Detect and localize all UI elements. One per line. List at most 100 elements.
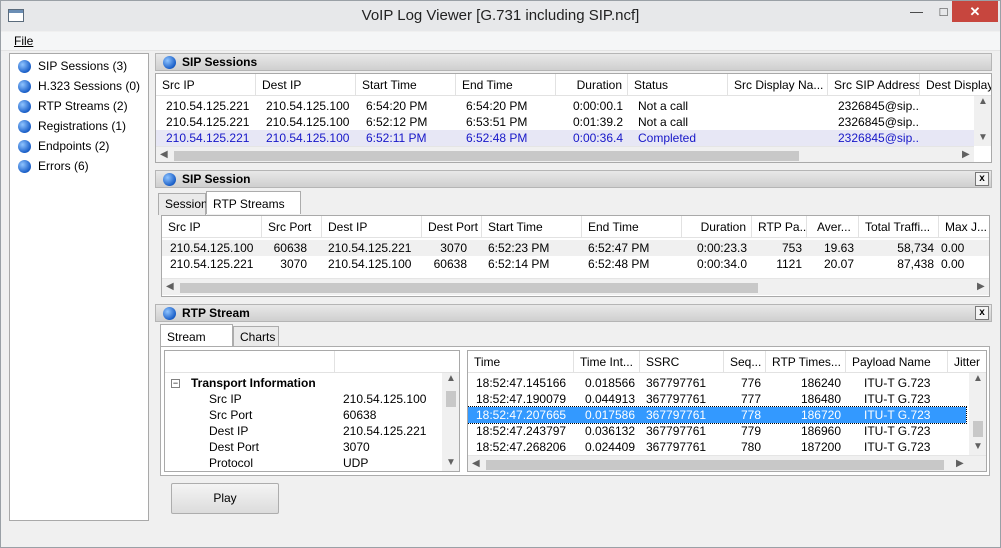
cell: ITU-T G.723 [864, 392, 931, 406]
close-panel-button[interactable]: x [975, 172, 989, 186]
blue-ball-icon [18, 120, 31, 133]
column-header[interactable]: Duration [556, 74, 628, 96]
cell: 186240 [800, 376, 841, 390]
vertical-scrollbar[interactable]: ▲ ▼ [442, 373, 459, 471]
horizontal-scrollbar[interactable]: ◀ ▶ [468, 455, 986, 471]
scroll-down-icon[interactable]: ▼ [973, 439, 983, 455]
scroll-right-icon[interactable]: ▶ [962, 147, 970, 162]
scroll-thumb[interactable] [180, 283, 758, 293]
property-value-column [335, 351, 443, 373]
scroll-down-icon[interactable]: ▼ [978, 130, 988, 146]
scroll-thumb[interactable] [446, 391, 456, 407]
cell: 3070 [440, 241, 467, 255]
table-row-selected[interactable]: 210.54.125.221 210.54.125.100 6:52:11 PM… [156, 130, 991, 146]
column-header[interactable]: Aver... [807, 216, 859, 238]
horizontal-scrollbar[interactable]: ◀ ▶ [156, 146, 974, 162]
scroll-up-icon[interactable]: ▲ [446, 371, 456, 387]
vertical-scrollbar[interactable]: ▲ ▼ [974, 96, 991, 146]
cell: 210.54.125.100 [266, 115, 350, 129]
scroll-up-icon[interactable]: ▲ [973, 371, 983, 387]
scroll-up-icon[interactable]: ▲ [978, 94, 988, 110]
tree-item-registrations[interactable]: Registrations (1) [18, 117, 126, 135]
collapse-icon[interactable]: − [171, 379, 180, 388]
column-header[interactable]: Dest IP [322, 216, 422, 238]
column-header[interactable]: Start Time [482, 216, 582, 238]
table-row[interactable]: 210.54.125.100 60638 210.54.125.221 3070… [162, 240, 989, 256]
table-row[interactable]: 210.54.125.221 210.54.125.100 6:54:20 PM… [156, 98, 991, 114]
blue-ball-icon [18, 140, 31, 153]
tree-item-rtp-streams[interactable]: RTP Streams (2) [18, 97, 128, 115]
column-header[interactable]: Max J... [939, 216, 989, 238]
cell: Completed [638, 131, 697, 145]
cell: 780 [740, 440, 761, 454]
column-header[interactable]: Src SIP Address [828, 74, 920, 96]
cell: 210.54.125.100 [170, 241, 254, 255]
scroll-left-icon[interactable]: ◀ [160, 147, 168, 162]
column-header[interactable]: Dest Display [920, 74, 991, 96]
blue-ball-icon [163, 307, 176, 320]
column-header[interactable]: Jitter [948, 351, 986, 373]
scroll-thumb[interactable] [973, 421, 983, 437]
packet-row[interactable]: 18:52:47.190079 0.044913 367797761 777 1… [468, 391, 986, 407]
column-header[interactable]: Time [468, 351, 574, 373]
scroll-left-icon[interactable]: ◀ [166, 279, 174, 295]
cell: 0:01:39.2 [572, 115, 623, 129]
column-header[interactable]: Seq... [724, 351, 766, 373]
column-header[interactable]: Src IP [156, 74, 256, 96]
cell: 186480 [800, 392, 841, 406]
packet-row[interactable]: 18:52:47.268206 0.024409 367797761 780 1… [468, 439, 986, 455]
cell: 187200 [800, 440, 841, 454]
column-header[interactable]: Total Traffi... [859, 216, 939, 238]
menu-file[interactable]: File [14, 34, 33, 48]
sip-sessions-header: SIP Sessions [155, 53, 992, 71]
cell: 18:52:47.243797 [476, 424, 567, 438]
horizontal-scrollbar[interactable]: ◀ ▶ [162, 278, 989, 295]
packet-row[interactable]: 18:52:47.243797 0.036132 367797761 779 1… [468, 423, 986, 439]
scroll-right-icon[interactable]: ▶ [977, 279, 985, 295]
column-header[interactable]: RTP Times... [766, 351, 846, 373]
column-header[interactable]: Payload Name [846, 351, 948, 373]
column-header[interactable]: Time Int... [574, 351, 640, 373]
packet-row[interactable]: 18:52:47.145166 0.018566 367797761 776 1… [468, 375, 986, 391]
scroll-down-icon[interactable]: ▼ [446, 455, 456, 471]
tree-item-label: RTP Streams (2) [38, 99, 128, 113]
column-header[interactable]: Start Time [356, 74, 456, 96]
cell: ITU-T G.723 [864, 376, 931, 390]
scroll-thumb[interactable] [174, 151, 799, 161]
minimize-button[interactable]: — [903, 1, 930, 22]
close-window-button[interactable]: ✕ [952, 1, 998, 22]
close-panel-button[interactable]: x [975, 306, 989, 320]
blue-ball-icon [18, 100, 31, 113]
table-row[interactable]: 210.54.125.221 3070 210.54.125.100 60638… [162, 256, 989, 272]
tree-item-errors[interactable]: Errors (6) [18, 157, 89, 175]
tree-item-sip-sessions[interactable]: SIP Sessions (3) [18, 57, 128, 75]
column-header[interactable]: End Time [456, 74, 556, 96]
column-header[interactable]: Src IP [162, 216, 262, 238]
tree-item-endpoints[interactable]: Endpoints (2) [18, 137, 109, 155]
scroll-right-icon[interactable]: ▶ [956, 456, 964, 471]
play-button[interactable]: Play [171, 483, 279, 514]
packet-row-selected[interactable]: 18:52:47.207665 0.017586 367797761 778 1… [468, 406, 967, 424]
column-header[interactable]: End Time [582, 216, 682, 238]
scroll-left-icon[interactable]: ◀ [472, 456, 480, 471]
scroll-thumb[interactable] [486, 460, 944, 470]
column-header[interactable]: Dest Port [422, 216, 482, 238]
rtp-stream-header: RTP Stream x [155, 304, 992, 322]
column-header[interactable]: RTP Pa... [752, 216, 807, 238]
column-header[interactable]: Src Port [262, 216, 322, 238]
table-row[interactable]: 210.54.125.221 210.54.125.100 6:52:12 PM… [156, 114, 991, 130]
tab-session[interactable]: Session [158, 193, 208, 215]
tab-rtp-streams[interactable]: RTP Streams (2) [206, 191, 301, 235]
column-header[interactable]: Dest IP [256, 74, 356, 96]
tree-item-h323-sessions[interactable]: H.323 Sessions (0) [18, 77, 140, 95]
column-header[interactable]: SSRC [640, 351, 724, 373]
tab-charts[interactable]: Charts [233, 326, 279, 348]
column-header[interactable]: Duration [682, 216, 752, 238]
column-header[interactable]: Src Display Na... [728, 74, 828, 96]
column-header[interactable]: Status [628, 74, 728, 96]
cell: Not a call [638, 115, 689, 129]
tab-stream-info[interactable]: Stream Info [160, 324, 233, 368]
vertical-scrollbar[interactable]: ▲ ▼ [969, 373, 986, 455]
cell: 58,734 [897, 241, 934, 255]
cell: 6:52:14 PM [488, 257, 550, 271]
